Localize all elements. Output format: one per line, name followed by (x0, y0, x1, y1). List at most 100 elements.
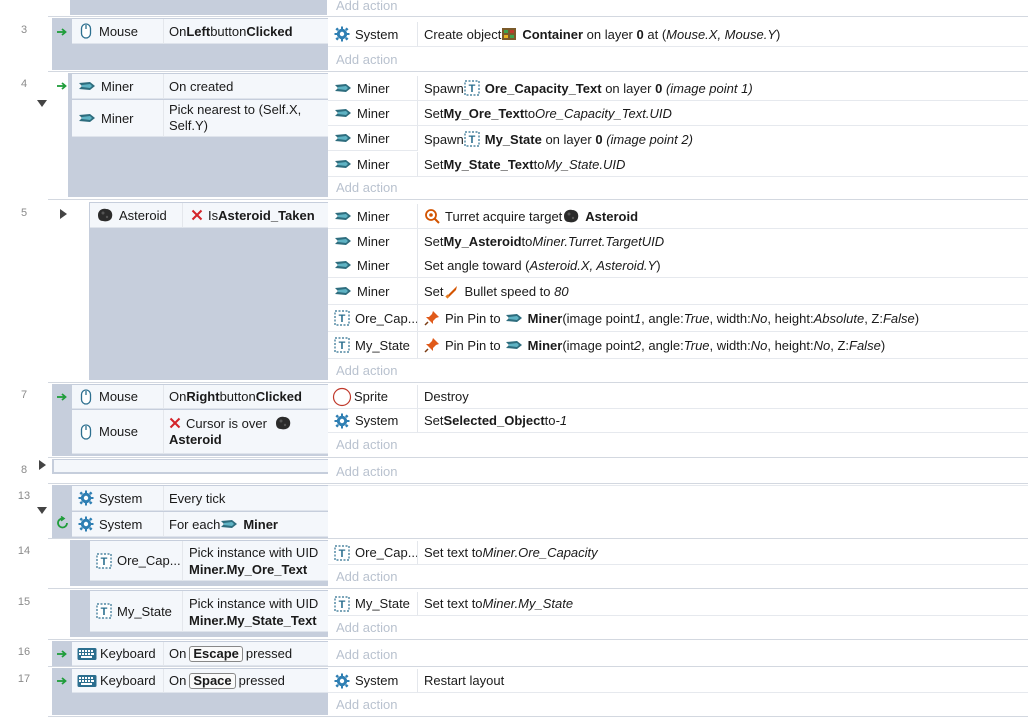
cond-text-part: Every tick (169, 490, 226, 506)
add-action-link[interactable]: Add action (328, 694, 1028, 714)
action-text[interactable]: Destroy (418, 385, 1028, 409)
keyboard-icon (77, 647, 97, 661)
act-text-part: , Z: (864, 310, 883, 326)
condition-object[interactable]: Ore_Cap... (90, 541, 183, 581)
add-action-link[interactable]: Add action (328, 360, 1028, 380)
action-object[interactable]: Miner (328, 229, 418, 254)
condition-text[interactable]: Pick nearest to (Self.X, Self.Y) (164, 100, 328, 137)
add-action-label[interactable]: Add action (336, 620, 397, 635)
action-text[interactable]: Set Bullet speed to 80 (418, 278, 1028, 305)
miner-icon (334, 82, 352, 94)
cond-text-part: button (210, 23, 247, 39)
action-text[interactable]: Set text to Miner.My_State (418, 592, 1028, 616)
condition-text[interactable]: On Left button Clicked (164, 19, 328, 44)
action-object[interactable]: Ore_Cap... (328, 541, 418, 565)
action-text[interactable]: Turret acquire target Asteroid (418, 204, 1028, 229)
line-number: 3 (20, 24, 28, 36)
action-text[interactable]: Set My_State_Text to My_State.UID (418, 152, 1028, 177)
condition-object[interactable]: System (72, 512, 164, 537)
condition-text[interactable]: On created (164, 74, 328, 99)
condition-object[interactable]: My_State (90, 591, 183, 632)
action-object[interactable]: System (328, 669, 418, 693)
add-action-label[interactable]: Add action (336, 180, 397, 195)
add-action-label[interactable]: Add action (336, 464, 397, 479)
add-action-link[interactable]: Add action (328, 177, 1028, 197)
condition-text[interactable]: On Escape pressed (164, 642, 328, 666)
action-object[interactable]: Ore_Cap... (328, 305, 418, 332)
expand-toggle[interactable] (60, 209, 67, 219)
condition-object[interactable]: Keyboard (72, 642, 164, 666)
condition-text[interactable]: On Space pressed (164, 669, 328, 693)
condition-object[interactable]: Miner (72, 74, 164, 99)
condition-text[interactable]: Pick instance with UID Miner.My_Ore_Text (183, 541, 328, 581)
condition-object[interactable]: Mouse (72, 385, 164, 409)
line-number: 4 (20, 78, 28, 90)
action-object[interactable]: Miner (328, 253, 418, 278)
action-object[interactable]: Sprite (328, 385, 418, 409)
action-text[interactable]: Spawn My_State on layer 0 (image point 2… (418, 126, 1028, 153)
action-object[interactable]: My_State (328, 592, 418, 616)
add-action-link[interactable]: Add action (328, 617, 1028, 637)
condition-object[interactable]: Mouse (72, 410, 164, 454)
act-text-part: ) (914, 310, 920, 326)
add-action-label[interactable]: Add action (336, 647, 397, 662)
action-text[interactable]: Set My_Asteroid to Miner.Turret.TargetUI… (418, 229, 1028, 254)
add-action-label[interactable]: Add action (336, 52, 397, 67)
act-text-part: 80 (554, 283, 569, 299)
cond-text-part: Clicked (246, 23, 293, 39)
miner-icon (505, 312, 523, 324)
key-badge: Escape (189, 645, 243, 662)
add-action-link[interactable]: Add action (328, 0, 1028, 14)
action-object[interactable]: Miner (328, 152, 418, 177)
action-text[interactable]: Pin Pin to Miner (image point 1, angle: … (418, 305, 1028, 332)
object-name: Keyboard (100, 646, 156, 661)
condition-object[interactable]: Asteroid (90, 203, 183, 228)
condition-object[interactable]: Keyboard (72, 669, 164, 693)
condition-object[interactable]: System (72, 486, 164, 511)
condition-text[interactable]: Cursor is over Asteroid (164, 410, 328, 454)
add-action-link[interactable]: Add action (328, 566, 1028, 586)
condition-object[interactable]: Miner (72, 100, 164, 137)
add-action-label[interactable]: Add action (336, 697, 397, 712)
action-text[interactable]: Set My_Ore_Text to Ore_Capacity_Text.UID (418, 101, 1028, 126)
action-text[interactable]: Spawn Ore_Capacity_Text on layer 0 (imag… (418, 76, 1028, 101)
condition-text[interactable]: On Right button Clicked (164, 385, 328, 409)
add-action-label[interactable]: Add action (336, 363, 397, 378)
action-object[interactable]: Miner (328, 101, 418, 126)
add-action-label[interactable]: Add action (336, 437, 397, 452)
condition-text[interactable]: For each Miner (164, 512, 328, 537)
action-text[interactable]: Set angle toward (Asteroid.X, Asteroid.Y… (418, 253, 1028, 278)
add-action-label[interactable]: Add action (336, 0, 397, 13)
action-object[interactable]: Miner (328, 204, 418, 229)
act-text-part: -1 (555, 413, 568, 428)
action-text[interactable]: Restart layout (418, 669, 1028, 693)
add-action-link[interactable]: Add action (328, 461, 1028, 481)
action-object[interactable]: Miner (328, 278, 418, 305)
action-object[interactable]: Miner (328, 126, 418, 151)
add-action-link[interactable]: Add action (328, 644, 1028, 664)
condition-text[interactable]: Is Asteroid_Taken (183, 203, 328, 228)
action-text[interactable]: Pin Pin to Miner (image point 2, angle: … (418, 332, 1028, 359)
act-text-part: Pin Pin to (445, 310, 501, 326)
collapse-toggle[interactable] (37, 100, 47, 107)
act-text-part: Miner (527, 337, 563, 353)
collapse-toggle[interactable] (37, 507, 47, 514)
action-object[interactable]: Miner (328, 76, 418, 101)
action-object[interactable]: System (328, 22, 418, 47)
expand-toggle[interactable] (39, 460, 46, 470)
line-number: 14 (17, 545, 31, 557)
add-action-label[interactable]: Add action (336, 569, 397, 584)
action-text[interactable]: Set Selected_Object to -1 (418, 409, 1028, 433)
condition-text[interactable]: Every tick (164, 486, 328, 511)
act-text-part: 0 (595, 131, 603, 147)
add-action-link[interactable]: Add action (328, 48, 1028, 70)
action-text[interactable]: Set text to Miner.Ore_Capacity (418, 541, 1028, 565)
add-action-link[interactable]: Add action (328, 434, 1028, 454)
condition-object[interactable]: Mouse (72, 19, 164, 44)
action-object[interactable]: My_State (328, 332, 418, 359)
action-text[interactable]: Create object Container on layer 0 at (M… (418, 22, 1028, 47)
condition-text[interactable]: Pick instance with UID Miner.My_State_Te… (183, 591, 328, 632)
action-object[interactable]: System (328, 409, 418, 433)
object-name: Miner (357, 283, 390, 299)
cond-text-part: Pick nearest to (Self.X, Self.Y) (169, 102, 302, 133)
